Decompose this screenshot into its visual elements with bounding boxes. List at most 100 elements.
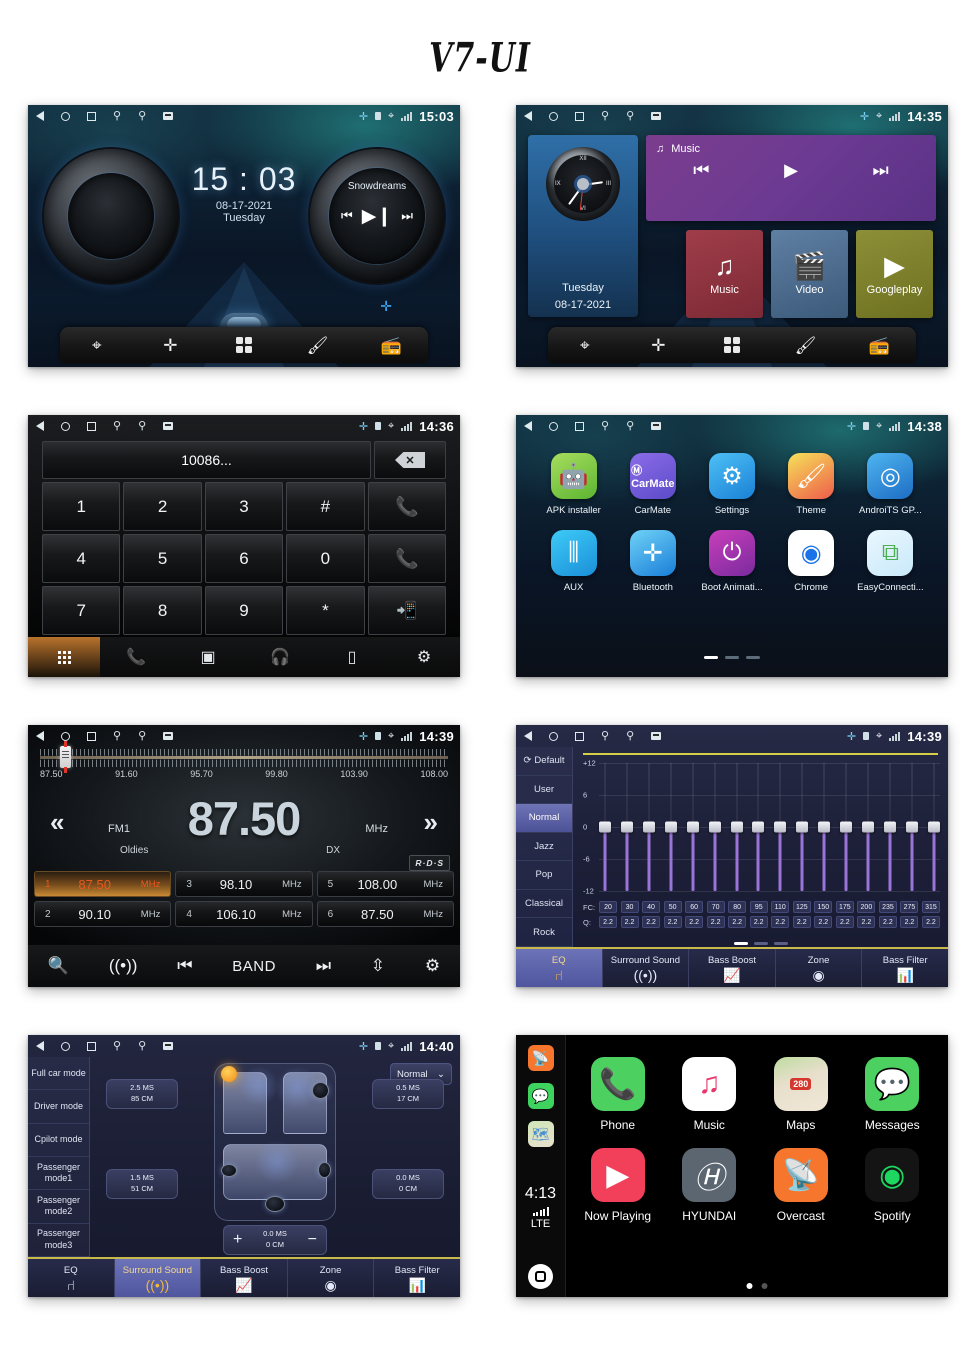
clock-widget[interactable]: 15 : 03 08-17-2021 Tuesday — [192, 161, 297, 224]
eq-band-slider[interactable] — [730, 763, 743, 891]
carplay-app-messages[interactable]: 💬 Messages — [847, 1057, 939, 1132]
screen-carplay[interactable]: 📡 💬 🗺 4:13 LTE 📞 Phone ♫ Music 280 Maps … — [516, 1035, 948, 1297]
fc-cell[interactable]: 60 — [685, 901, 704, 913]
key-5[interactable]: 5 — [123, 534, 202, 583]
app-apk-installer[interactable]: 🤖 APK installer — [534, 453, 613, 516]
dialpad-keys[interactable]: 1 2 3 # 📞 4 5 6 0 📞 7 8 9 * 📲 — [42, 482, 446, 635]
home-circle-icon[interactable] — [549, 111, 558, 121]
tile-video[interactable]: 🎬 Video — [771, 230, 848, 318]
recents-square-icon[interactable] — [87, 731, 96, 741]
home-circle-icon[interactable] — [61, 731, 70, 741]
eq-preset-rock[interactable]: Rock — [516, 918, 572, 947]
play-pause-icon[interactable]: ▶❙ — [362, 205, 393, 228]
app-carmate[interactable]: Ⓜ CarMate CarMate — [613, 453, 692, 516]
dock-radio-icon[interactable]: 📻 — [859, 337, 899, 354]
q-cell[interactable]: 2.2 — [728, 916, 747, 928]
carplay-app-maps[interactable]: 280 Maps — [755, 1057, 847, 1132]
preset-4[interactable]: 4 106.10 MHz — [175, 901, 313, 927]
volume-knob[interactable] — [44, 149, 178, 283]
q-cell[interactable]: 2.2 — [771, 916, 790, 928]
eq-band-slider[interactable] — [840, 763, 853, 891]
overcast-icon[interactable]: 📡 — [527, 1045, 554, 1071]
back-triangle-icon[interactable] — [36, 421, 44, 431]
carplay-app-phone[interactable]: 📞 Phone — [572, 1057, 664, 1132]
eq-band-slider[interactable] — [883, 763, 896, 891]
eq-preset-classical[interactable]: Classical — [516, 890, 572, 919]
key-4[interactable]: 4 — [42, 534, 121, 583]
q-cell[interactable]: 2.2 — [599, 916, 617, 928]
q-cell[interactable]: 2.2 — [857, 916, 876, 928]
key-6[interactable]: 6 — [204, 534, 284, 583]
carplay-home-icon[interactable] — [528, 1264, 553, 1289]
q-cell[interactable]: 2.2 — [835, 916, 854, 928]
home-circle-icon[interactable] — [61, 111, 70, 121]
recents-square-icon[interactable] — [87, 111, 96, 121]
dock-navigation-icon[interactable]: ⌖ — [565, 337, 605, 354]
tab-surround-sound[interactable]: Surround Sound ((•)) — [603, 949, 690, 987]
eq-sliders-icon[interactable]: ⇳ — [371, 956, 385, 976]
eq-page-indicator[interactable] — [733, 942, 788, 945]
delay-stepper[interactable]: + 0.0 MS 0 CM − — [223, 1225, 327, 1255]
page-dot-3[interactable] — [746, 656, 760, 659]
app-grid[interactable]: 🤖 APK installer Ⓜ CarMate CarMate ⚙ Setti… — [534, 453, 930, 593]
tab-zone[interactable]: Zone ◉ — [776, 949, 863, 987]
screen-equalizer[interactable]: ⚲ ⚲ ✛ ⌖ 14:39 ⟳ Default User Normal Jazz… — [516, 725, 948, 987]
key-hash[interactable]: # — [286, 482, 365, 531]
page-dot-1[interactable] — [746, 1283, 753, 1289]
fc-cell[interactable]: 80 — [728, 901, 747, 913]
recents-square-icon[interactable] — [87, 421, 96, 431]
q-cell[interactable]: 2.2 — [814, 916, 833, 928]
eq-slider-thumb[interactable] — [686, 821, 699, 833]
q-cell[interactable]: 2.2 — [749, 916, 768, 928]
next-track-icon[interactable]: ⏭ — [401, 208, 413, 224]
key-0[interactable]: 0 — [286, 534, 365, 583]
key-7[interactable]: 7 — [42, 586, 121, 635]
app-easyconnection[interactable]: ⧉ EasyConnecti... — [851, 530, 930, 593]
screen-surround[interactable]: ⚲ ⚲ ✛ ⌖ 14:40 Full car mode Driver mode … — [28, 1035, 460, 1297]
eq-slider-thumb[interactable] — [905, 821, 918, 833]
screen-radio[interactable]: ⚲ ⚲ ✛ ⌖ 14:39 87.50 91.60 95.70 99.80 10… — [28, 725, 460, 987]
back-triangle-icon[interactable] — [36, 731, 44, 741]
app-androits-gps[interactable]: ◎ AndroiTS GP... — [851, 453, 930, 516]
music-widget[interactable]: ♫ Music ⏮ ▶ ⏭ — [646, 135, 936, 221]
tab-dialpad[interactable] — [28, 637, 100, 677]
eq-band-slider[interactable] — [927, 763, 940, 891]
eq-preset-default[interactable]: ⟳ Default — [516, 747, 572, 776]
carplay-app-spotify[interactable]: ◉ Spotify — [847, 1148, 939, 1223]
q-cell[interactable]: 2.2 — [900, 916, 919, 928]
cabin-diagram[interactable] — [214, 1063, 336, 1221]
dock-theme-icon[interactable]: 🖌 — [298, 337, 338, 354]
tab-phone-link[interactable]: ▯ — [316, 637, 388, 677]
page-dot-2[interactable] — [725, 656, 739, 659]
next-station-icon[interactable]: ⏭ — [316, 956, 331, 976]
eq-preset-user[interactable]: User — [516, 776, 572, 805]
hangup-button[interactable]: 📞 — [367, 534, 446, 583]
eq-preset-pop[interactable]: Pop — [516, 861, 572, 890]
preset-1[interactable]: 1 87.50 MHz — [34, 871, 172, 897]
eq-slider-thumb[interactable] — [818, 821, 831, 833]
eq-slider-thumb[interactable] — [620, 821, 633, 833]
tab-bt-audio[interactable]: 🎧 — [244, 637, 316, 677]
eq-band-slider[interactable] — [642, 763, 655, 891]
carplay-app-overcast[interactable]: 📡 Overcast — [755, 1148, 847, 1223]
q-cell[interactable]: 2.2 — [663, 916, 682, 928]
eq-band-slider[interactable] — [862, 763, 875, 891]
q-cell[interactable]: 2.2 — [685, 916, 704, 928]
q-cell[interactable]: 2.2 — [921, 916, 940, 928]
eq-band-slider[interactable] — [752, 763, 765, 891]
fc-cell[interactable]: 125 — [792, 901, 811, 913]
listener-position-marker[interactable] — [221, 1066, 237, 1082]
tab-surround-sound[interactable]: Surround Sound ((•)) — [114, 1259, 202, 1297]
rds-badge[interactable]: R·D·S — [409, 855, 450, 871]
page-dot-3[interactable] — [773, 942, 788, 945]
home-circle-icon[interactable] — [549, 731, 558, 741]
delay-rear-right[interactable]: 0.0 MS 0 CM — [372, 1169, 444, 1199]
eq-slider-thumb[interactable] — [730, 821, 743, 833]
decrease-button[interactable]: − — [308, 1232, 317, 1248]
delay-front-left[interactable]: 2.5 MS 85 CM — [106, 1079, 178, 1109]
tab-eq[interactable]: EQ ⑁ — [516, 949, 603, 987]
eq-band-slider[interactable] — [599, 763, 611, 891]
carplay-app-grid[interactable]: 📞 Phone ♫ Music 280 Maps 💬 Messages ▶ No… — [572, 1057, 938, 1223]
home-circle-icon[interactable] — [549, 421, 558, 431]
call-button[interactable]: 📞 — [367, 482, 446, 531]
